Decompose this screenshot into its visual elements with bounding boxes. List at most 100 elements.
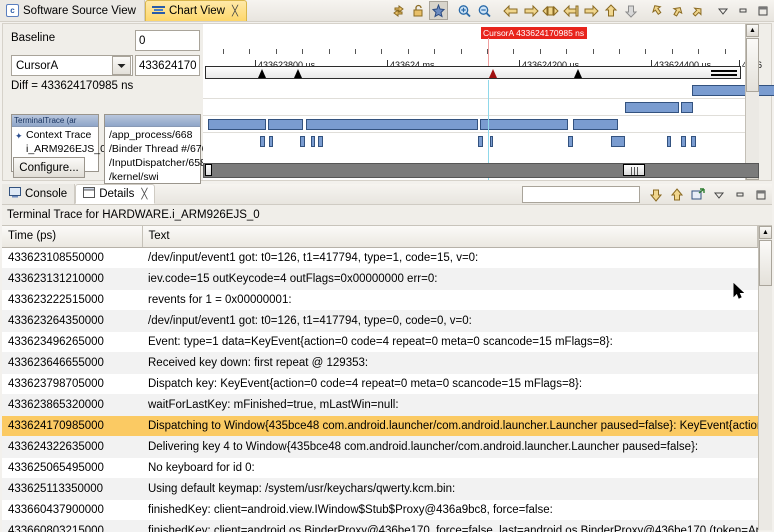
table-row[interactable]: 433623222515000 revents for 1 = 0x0000000… bbox=[2, 289, 758, 311]
overview-handle[interactable] bbox=[711, 70, 737, 72]
trace-block[interactable] bbox=[568, 136, 573, 147]
thread-trace-list[interactable]: /app_process/668 /Binder Thread #/676 /I… bbox=[104, 114, 207, 184]
minimize-icon[interactable] bbox=[730, 185, 749, 204]
table-row[interactable]: 433623646655000 Received key down: first … bbox=[2, 352, 758, 374]
table-row[interactable]: 433623496265000 Event: type=1 data=KeyEve… bbox=[2, 331, 758, 353]
graph-vscrollbar[interactable]: ▲ ▼ bbox=[745, 24, 759, 180]
scroll-up-icon[interactable] bbox=[667, 185, 686, 204]
overview-bar[interactable] bbox=[205, 66, 741, 79]
trace-block[interactable] bbox=[625, 102, 679, 113]
details-toolbar bbox=[522, 185, 772, 204]
trace-block[interactable] bbox=[667, 136, 671, 147]
column-header-text[interactable]: Text bbox=[142, 226, 758, 248]
axis-minor-tick bbox=[566, 49, 567, 54]
move-up-icon[interactable] bbox=[601, 1, 620, 20]
trace-block[interactable] bbox=[681, 136, 686, 147]
trace-block[interactable] bbox=[300, 136, 305, 147]
trace-block[interactable] bbox=[478, 136, 483, 147]
scroll-left-icon[interactable] bbox=[501, 1, 520, 20]
highlight-icon[interactable] bbox=[429, 1, 448, 20]
table-row[interactable]: 433624322635000 Delivering key 4 to Windo… bbox=[2, 436, 758, 458]
hscroll-thumb[interactable] bbox=[623, 164, 645, 176]
timeline-graph[interactable]: CursorA 433624170985 ns 433623800 us 433… bbox=[203, 24, 774, 180]
table-row[interactable]: 433623798705000 Dispatch key: KeyEvent{ac… bbox=[2, 373, 758, 395]
jump-back-icon[interactable] bbox=[647, 1, 666, 20]
export-icon[interactable] bbox=[688, 185, 707, 204]
list-item[interactable]: /app_process/668 bbox=[105, 128, 200, 142]
vscroll-thumb[interactable] bbox=[746, 38, 759, 92]
trace-block[interactable] bbox=[490, 136, 493, 147]
hscroll-track[interactable] bbox=[203, 163, 759, 178]
trace-block[interactable] bbox=[268, 119, 303, 130]
table-row[interactable]: 433623865320000 waitForLastKey: mFinished… bbox=[2, 394, 758, 416]
table-row[interactable]: 433623264350000/dev/input/event1 got: t0… bbox=[2, 310, 758, 332]
table-row[interactable]: 433623108550000/dev/input/event1 got: t0… bbox=[2, 247, 758, 269]
chevron-down-icon[interactable] bbox=[112, 56, 131, 75]
cursor-value-field[interactable]: 433624170 bbox=[135, 55, 200, 76]
maximize-icon[interactable] bbox=[751, 185, 770, 204]
jump-next-icon[interactable] bbox=[687, 1, 706, 20]
scroll-up-icon[interactable]: ▲ bbox=[759, 226, 772, 239]
cursor-select[interactable]: CursorA bbox=[11, 55, 133, 76]
trace-block[interactable] bbox=[311, 136, 315, 147]
column-header-time[interactable]: Time (ps) bbox=[2, 226, 143, 248]
table-row[interactable]: 433624170985000 Dispatching to Window{435… bbox=[2, 415, 758, 437]
maximize-icon[interactable] bbox=[753, 1, 772, 20]
list-item[interactable]: /InputDispatcher/658 bbox=[105, 156, 206, 170]
trace-block[interactable] bbox=[318, 136, 323, 147]
scroll-up-icon[interactable]: ▲ bbox=[746, 24, 759, 37]
hscroll-left-end[interactable] bbox=[205, 164, 212, 176]
zoom-out-icon[interactable] bbox=[475, 1, 494, 20]
tab-console[interactable]: Console bbox=[2, 184, 76, 204]
trace-block[interactable] bbox=[306, 119, 478, 130]
table-header-row: Time (ps) Text bbox=[2, 226, 758, 248]
scroll-down-icon[interactable] bbox=[646, 185, 665, 204]
lock-icon[interactable] bbox=[409, 1, 428, 20]
trace-block[interactable] bbox=[208, 119, 266, 130]
trace-block[interactable] bbox=[681, 102, 693, 113]
search-input[interactable] bbox=[522, 186, 640, 203]
trace-block[interactable] bbox=[269, 136, 273, 147]
table-row[interactable]: 433625113350000 Using default keymap: /sy… bbox=[2, 478, 758, 500]
list-item[interactable]: Context Trace bbox=[12, 128, 98, 142]
trace-block[interactable] bbox=[260, 136, 265, 147]
view-menu-icon[interactable] bbox=[713, 1, 732, 20]
baseline-value-field[interactable]: 0 bbox=[135, 30, 200, 51]
scroll-right-icon[interactable] bbox=[521, 1, 540, 20]
move-down-icon[interactable] bbox=[621, 1, 640, 20]
zoom-fit-icon[interactable] bbox=[541, 1, 560, 20]
trace-block[interactable] bbox=[480, 119, 568, 130]
source-view-icon: c bbox=[6, 4, 19, 17]
table-row[interactable]: 433660803215000 finishedKey: client=andro… bbox=[2, 520, 758, 532]
configure-button[interactable]: Configure... bbox=[13, 157, 85, 178]
zoom-in-icon[interactable] bbox=[455, 1, 474, 20]
goto-previous-icon[interactable] bbox=[561, 1, 580, 20]
trace-block[interactable] bbox=[692, 85, 774, 96]
list-item[interactable]: /Binder Thread #/676 bbox=[105, 142, 207, 156]
overview-handle[interactable] bbox=[711, 74, 737, 76]
trace-block[interactable] bbox=[573, 119, 618, 130]
timeline-hscrollbar[interactable] bbox=[203, 163, 759, 178]
unlock-sync-icon[interactable] bbox=[389, 1, 408, 20]
trace-lane-app-process[interactable] bbox=[203, 82, 759, 99]
trace-block[interactable] bbox=[611, 136, 625, 147]
cell-text: Received key down: first repeat @ 129353… bbox=[142, 352, 758, 374]
table-row[interactable]: 433660437900000 finishedKey: client=andro… bbox=[2, 499, 758, 521]
tab-software-source-view[interactable]: c Software Source View bbox=[0, 0, 145, 21]
view-menu-icon[interactable] bbox=[709, 185, 728, 204]
list-item[interactable]: /kernel/swi bbox=[105, 170, 200, 184]
trace-block[interactable] bbox=[691, 136, 696, 147]
jump-forward-icon[interactable] bbox=[667, 1, 686, 20]
close-icon[interactable]: ╳ bbox=[232, 6, 238, 17]
close-icon[interactable]: ╳ bbox=[141, 189, 147, 200]
log-vscrollbar[interactable]: ▲ bbox=[758, 226, 772, 530]
table-row[interactable]: 433625065495000 No keyboard for id 0: bbox=[2, 457, 758, 479]
vscroll-thumb[interactable] bbox=[759, 240, 772, 286]
goto-next-icon[interactable] bbox=[581, 1, 600, 20]
tab-details[interactable]: Details ╳ bbox=[75, 184, 156, 204]
list-item[interactable]: i_ARM926EJS_0 bbox=[12, 142, 106, 156]
minimize-icon[interactable] bbox=[733, 1, 752, 20]
log-table-wrapper[interactable]: Time (ps) Text 433623108550000/dev/input… bbox=[2, 225, 772, 532]
table-row[interactable]: 433623131210000 iev.code=15 outKeycode=4 … bbox=[2, 268, 758, 290]
tab-chart-view[interactable]: Chart View ╳ bbox=[144, 0, 248, 21]
